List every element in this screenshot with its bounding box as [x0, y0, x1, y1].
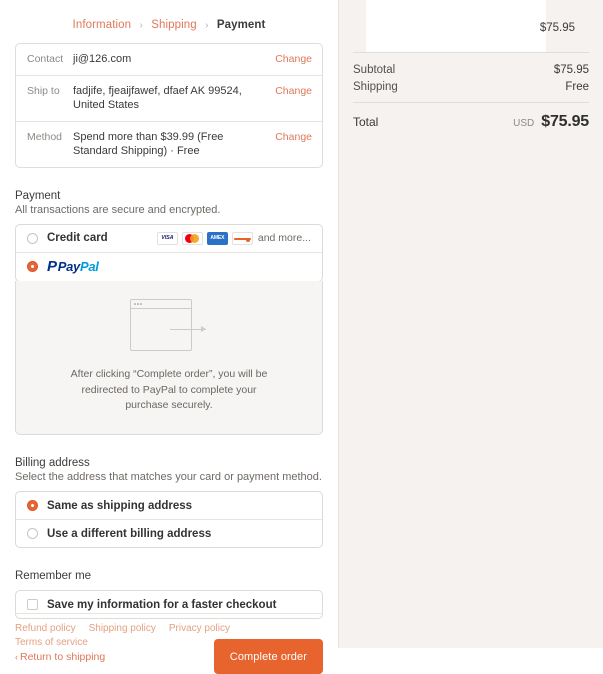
visa-card-icon: VISA: [156, 231, 178, 245]
payment-method-options: Credit card VISA AMEX and more... P Pay …: [15, 223, 323, 282]
browser-redirect-illustration-icon: [130, 298, 208, 355]
terms-of-service-link[interactable]: Terms of service: [15, 637, 88, 648]
refund-policy-link[interactable]: Refund policy: [15, 623, 76, 634]
total-label: Total: [353, 115, 379, 129]
payment-option-credit-card[interactable]: Credit card VISA AMEX and more...: [16, 225, 322, 253]
order-summary-items: $75.95: [339, 0, 603, 52]
paypal-glyph-icon: P: [47, 258, 57, 276]
chevron-left-icon: ‹: [15, 651, 18, 662]
payment-title: Payment: [15, 189, 61, 202]
return-to-shipping-label: Return to shipping: [20, 650, 106, 663]
return-to-shipping-link[interactable]: ‹ Return to shipping: [15, 651, 105, 663]
review-label-method: Method: [27, 130, 63, 143]
privacy-policy-link[interactable]: Privacy policy: [169, 623, 230, 634]
review-row-contact: Contact ji@126.com Change: [16, 44, 322, 76]
credit-card-label: Credit card: [47, 232, 108, 245]
payment-subtitle: All transactions are secure and encrypte…: [15, 203, 221, 216]
subtotal-label: Subtotal: [353, 64, 396, 76]
review-label-contact: Contact: [27, 53, 64, 65]
footer: Refund policy Shipping policy Privacy po…: [15, 613, 323, 648]
breadcrumb-item-information[interactable]: Information: [73, 19, 132, 31]
breadcrumb-item-shipping[interactable]: Shipping: [151, 19, 197, 31]
card-brand-icons: VISA AMEX: [156, 231, 253, 245]
save-information-checkbox[interactable]: [27, 599, 38, 611]
paypal-word-pay: Pay: [57, 259, 81, 275]
order-summary-column: $75.95 Subtotal $75.95 Shipping Free Tot…: [338, 0, 603, 648]
order-line-item: $75.95: [353, 0, 589, 52]
different-billing-address-radio[interactable]: [27, 528, 38, 540]
discover-card-icon: [231, 231, 253, 245]
change-shipping-address-link[interactable]: Change: [275, 84, 312, 99]
review-value-contact: ji@126.com: [73, 53, 132, 65]
save-information-label: Save my information for a faster checkou…: [47, 598, 277, 611]
paypal-logo-icon: P Pay Pal: [47, 258, 99, 275]
breadcrumb-separator-icon: ›: [139, 20, 143, 31]
review-value-method: Spend more than $39.99 (Free Standard Sh…: [73, 130, 224, 158]
shipping-policy-link[interactable]: Shipping policy: [89, 623, 156, 634]
checkout-main-column: Information › Shipping › Payment Contact…: [0, 0, 338, 674]
same-as-shipping-radio[interactable]: [27, 500, 38, 512]
credit-card-radio[interactable]: [27, 232, 38, 244]
total-amount-group: USD $75.95: [513, 113, 589, 131]
review-row-ship-to: Ship to fadjife, fjeaijfawef, dfaef AK 9…: [16, 76, 322, 122]
paypal-radio[interactable]: [27, 261, 38, 273]
breadcrumb: Information › Shipping › Payment: [0, 0, 338, 31]
change-shipping-method-link[interactable]: Change: [275, 130, 312, 145]
mastercard-card-icon: [181, 231, 203, 245]
remember-me-section: Remember me Save my information for a fa…: [15, 570, 323, 620]
payment-option-paypal[interactable]: P Pay Pal: [16, 253, 322, 281]
footer-links: Refund policy Shipping policy Privacy po…: [15, 623, 265, 648]
order-review-card: Contact ji@126.com Change Ship to fadjif…: [15, 43, 323, 168]
breadcrumb-separator-icon: ›: [205, 20, 209, 31]
change-contact-link[interactable]: Change: [275, 52, 312, 67]
shipping-value: Free: [565, 81, 589, 93]
review-row-method: Method Spend more than $39.99 (Free Stan…: [16, 122, 322, 167]
and-more-label: and more...: [257, 232, 311, 245]
payment-section: Payment All transactions are secure and …: [15, 189, 323, 436]
shipping-row: Shipping Free: [353, 81, 589, 93]
line-item-price: $75.95: [539, 22, 575, 34]
billing-address-options: Same as shipping address Use a different…: [15, 491, 323, 549]
different-billing-address-label: Use a different billing address: [47, 527, 212, 540]
remember-me-title: Remember me: [15, 570, 92, 583]
shipping-label: Shipping: [353, 81, 398, 93]
billing-option-different-address[interactable]: Use a different billing address: [16, 520, 322, 547]
billing-address-section: Billing address Select the address that …: [15, 457, 323, 549]
grand-total-section: Total USD $75.95: [339, 103, 603, 131]
total-value: $75.95: [541, 113, 589, 130]
subtotal-row: Subtotal $75.95: [353, 64, 589, 76]
product-thumbnail: [366, 0, 546, 52]
breadcrumb-item-payment: Payment: [216, 19, 266, 31]
paypal-word-pal: Pal: [79, 259, 99, 275]
paypal-redirect-text: After clicking “Complete order”, you wil…: [70, 367, 268, 412]
review-label-ship-to: Ship to: [27, 84, 60, 97]
review-value-ship-to: fadjife, fjeaijfawef, dfaef AK 99524, Un…: [73, 84, 242, 112]
order-summary-totals: Subtotal $75.95 Shipping Free: [339, 53, 603, 93]
billing-address-title: Billing address: [15, 457, 90, 470]
total-currency: USD: [513, 118, 535, 129]
grand-total-row: Total USD $75.95: [353, 113, 589, 131]
paypal-redirect-panel: After clicking “Complete order”, you wil…: [15, 280, 323, 436]
subtotal-value: $75.95: [553, 64, 589, 76]
checkout-page: Information › Shipping › Payment Contact…: [0, 0, 603, 674]
billing-address-subtitle: Select the address that matches your car…: [15, 471, 322, 484]
same-as-shipping-label: Same as shipping address: [47, 499, 193, 512]
billing-option-same-as-shipping[interactable]: Same as shipping address: [16, 492, 322, 521]
amex-card-icon: AMEX: [206, 231, 228, 245]
arrow-right-icon: [170, 326, 206, 333]
